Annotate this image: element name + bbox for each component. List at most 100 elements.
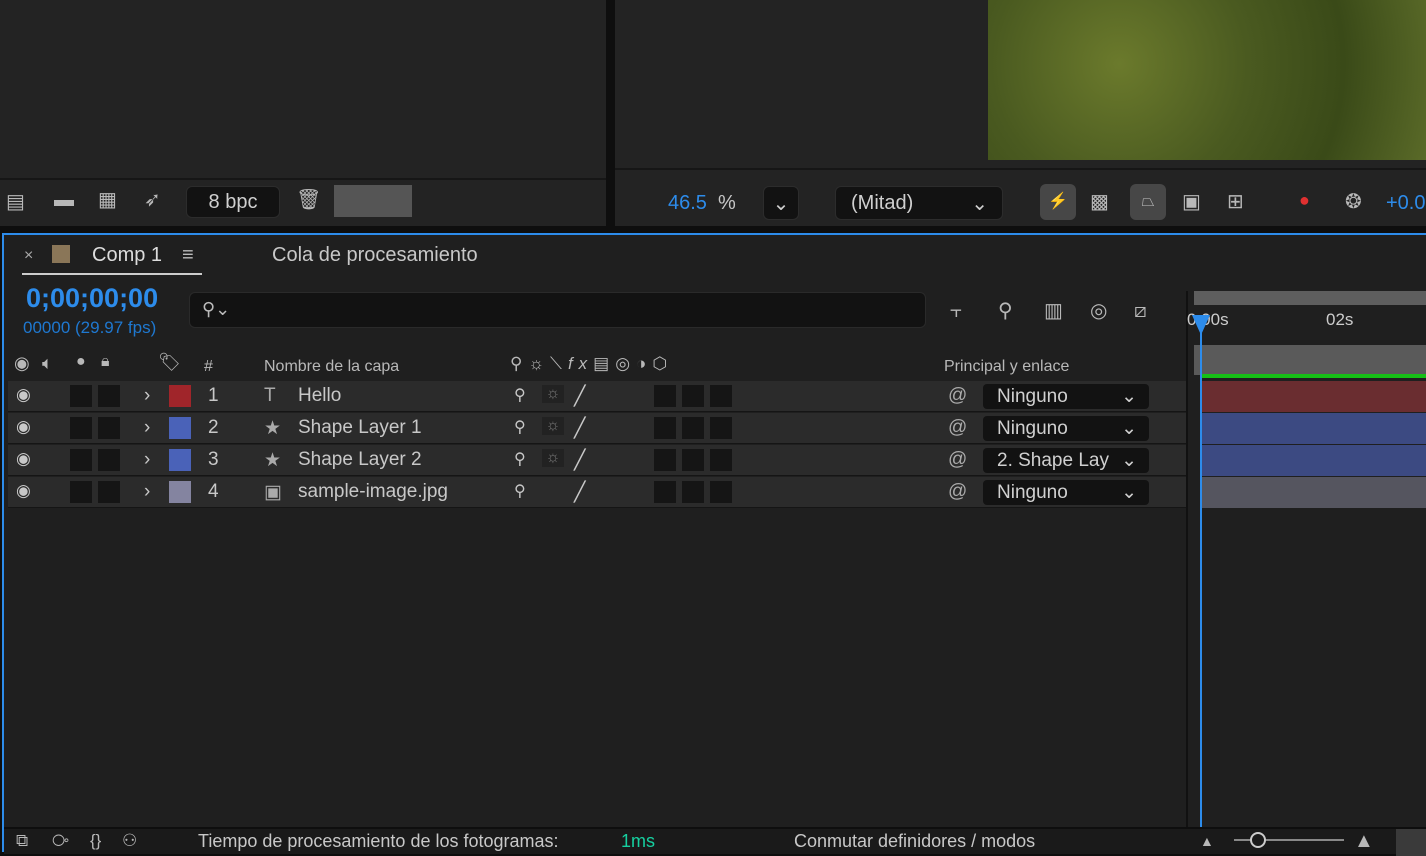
zoom-slider-handle[interactable]: [1250, 832, 1266, 848]
solo-toggle[interactable]: [70, 417, 92, 439]
folder-icon[interactable]: ▬: [54, 188, 74, 212]
shy-switch-icon[interactable]: ⚲: [514, 481, 526, 501]
resolution-dropdown[interactable]: (Mitad) ⌄: [835, 186, 1003, 220]
playhead-handle[interactable]: [1192, 315, 1210, 335]
mode-toggle[interactable]: [710, 481, 732, 503]
lock-icon[interactable]: 🔒︎: [101, 353, 110, 371]
shy-switch-icon[interactable]: ⚲: [514, 417, 526, 437]
close-tab-icon[interactable]: ×: [24, 247, 33, 265]
collapse-switch-icon[interactable]: ☼: [542, 417, 564, 435]
mode-toggle[interactable]: [654, 481, 676, 503]
region-of-interest-icon[interactable]: ▣: [1182, 190, 1201, 214]
parent-dropdown[interactable]: Ninguno ⌄: [983, 480, 1149, 505]
transfer-controls-icon[interactable]: ⧂: [52, 829, 69, 853]
label-color[interactable]: [169, 449, 191, 471]
mask-visibility-icon[interactable]: ⏢: [1130, 184, 1166, 220]
solo-icon[interactable]: ●: [76, 353, 86, 371]
layer-duration-bar[interactable]: [1200, 381, 1426, 412]
zoom-in-icon[interactable]: ▲: [1354, 829, 1374, 853]
lock-toggle[interactable]: [98, 481, 120, 503]
mode-toggle[interactable]: [654, 417, 676, 439]
fast-preview-icon[interactable]: ⚡: [1040, 184, 1076, 220]
layer-row[interactable]: ◉ › 3 ★ Shape Layer 2 ⚲ ☼ ╱ @ 2. Shape Lay…: [8, 445, 1188, 476]
current-timecode[interactable]: 0;00;00;00: [26, 283, 158, 314]
pick-whip-icon[interactable]: @: [948, 417, 967, 439]
pick-whip-icon[interactable]: @: [948, 385, 967, 407]
render-rocket-icon[interactable]: ➶: [144, 188, 161, 212]
layer-row[interactable]: ◉ › 1 T Hello ⚲ ☼ ╱ @ Ninguno ⌄: [8, 381, 1188, 412]
layer-name[interactable]: Shape Layer 2: [298, 449, 422, 471]
pick-whip-icon[interactable]: @: [948, 481, 967, 503]
expand-chevron-icon[interactable]: ›: [144, 417, 150, 439]
shy-layers-icon[interactable]: ⚲: [998, 299, 1013, 323]
layer-name[interactable]: Hello: [298, 385, 341, 407]
toggle-switches-modes-button[interactable]: Conmutar definidores / modos: [794, 831, 1035, 852]
interpret-footage-icon[interactable]: ▤: [6, 190, 25, 214]
lock-toggle[interactable]: [98, 449, 120, 471]
shy-switch-icon[interactable]: ⚲: [514, 449, 526, 469]
eye-visibility-icon[interactable]: ◉: [16, 417, 31, 437]
zoom-dropdown[interactable]: ⌄: [763, 186, 799, 220]
layer-switches-toggle-icon[interactable]: ⧉: [16, 829, 28, 853]
mode-toggle[interactable]: [682, 481, 704, 503]
label-color[interactable]: [169, 385, 191, 407]
layer-duration-bar[interactable]: [1200, 445, 1426, 476]
in-out-icon[interactable]: {}: [90, 829, 101, 853]
pick-whip-icon[interactable]: @: [948, 449, 967, 471]
channels-icon[interactable]: ●: [1299, 190, 1310, 211]
audio-icon[interactable]: 🔈︎: [42, 353, 53, 374]
lock-toggle[interactable]: [98, 417, 120, 439]
tab-comp-1[interactable]: Comp 1: [92, 244, 162, 267]
video-visibility-icon[interactable]: ◉: [14, 353, 30, 374]
eye-visibility-icon[interactable]: ◉: [16, 449, 31, 469]
quality-switch-icon[interactable]: ╱: [574, 449, 585, 472]
expand-chevron-icon[interactable]: ›: [144, 481, 150, 503]
exposure-value[interactable]: +0.0: [1386, 192, 1425, 215]
mode-toggle[interactable]: [710, 449, 732, 471]
guides-icon[interactable]: ⊞: [1227, 190, 1244, 214]
label-color[interactable]: [169, 417, 191, 439]
trash-icon[interactable]: 🗑: [296, 188, 321, 212]
work-area-bar[interactable]: [1194, 291, 1426, 305]
layer-name[interactable]: Shape Layer 1: [298, 417, 422, 439]
tab-render-queue[interactable]: Cola de procesamiento: [272, 244, 478, 267]
parent-dropdown[interactable]: 2. Shape Lay ⌄: [983, 448, 1149, 473]
frame-blending-icon[interactable]: ▥: [1044, 299, 1063, 323]
mode-toggle[interactable]: [682, 449, 704, 471]
parent-dropdown[interactable]: Ninguno ⌄: [983, 416, 1149, 441]
mode-toggle[interactable]: [654, 385, 676, 407]
mode-toggle[interactable]: [654, 449, 676, 471]
color-swatch[interactable]: [334, 185, 412, 217]
playhead[interactable]: [1200, 317, 1202, 831]
layer-search-input[interactable]: ⚲⌄: [189, 292, 926, 328]
camera-aperture-icon[interactable]: ❂: [1345, 190, 1362, 214]
composition-flowchart-icon[interactable]: ⫟: [950, 299, 962, 323]
render-time-icon[interactable]: ⚇: [122, 829, 137, 853]
layer-name-column-header[interactable]: Nombre de la capa: [264, 358, 399, 376]
layer-duration-bar[interactable]: [1200, 477, 1426, 508]
zoom-out-icon[interactable]: ▲: [1200, 829, 1214, 853]
label-color[interactable]: [169, 481, 191, 503]
mode-toggle[interactable]: [710, 417, 732, 439]
panel-menu-icon[interactable]: ≡: [182, 244, 194, 267]
label-tag-icon[interactable]: 🏷︎: [158, 352, 181, 373]
layer-row[interactable]: ◉ › 4 ▣ sample-image.jpg ⚲ ╱ @ Ninguno ⌄: [8, 477, 1188, 508]
quality-switch-icon[interactable]: ╱: [574, 385, 585, 408]
eye-visibility-icon[interactable]: ◉: [16, 481, 31, 501]
bit-depth-button[interactable]: 8 bpc: [186, 186, 280, 218]
quality-switch-icon[interactable]: ╱: [574, 481, 585, 504]
solo-toggle[interactable]: [70, 449, 92, 471]
expand-chevron-icon[interactable]: ›: [144, 449, 150, 471]
collapse-switch-icon[interactable]: ☼: [542, 385, 564, 403]
transparency-grid-icon[interactable]: ▩: [1090, 190, 1109, 214]
layer-row[interactable]: ◉ › 2 ★ Shape Layer 1 ⚲ ☼ ╱ @ Ninguno ⌄: [8, 413, 1188, 444]
new-composition-icon[interactable]: ▦: [98, 188, 117, 212]
expand-chevron-icon[interactable]: ›: [144, 385, 150, 407]
parent-dropdown[interactable]: Ninguno ⌄: [983, 384, 1149, 409]
motion-blur-icon[interactable]: ◎: [1090, 299, 1107, 323]
collapse-switch-icon[interactable]: ☼: [542, 449, 564, 467]
mode-toggle[interactable]: [710, 385, 732, 407]
graph-editor-icon[interactable]: ⧄: [1134, 299, 1147, 323]
zoom-value[interactable]: 46.5: [668, 192, 707, 215]
solo-toggle[interactable]: [70, 385, 92, 407]
